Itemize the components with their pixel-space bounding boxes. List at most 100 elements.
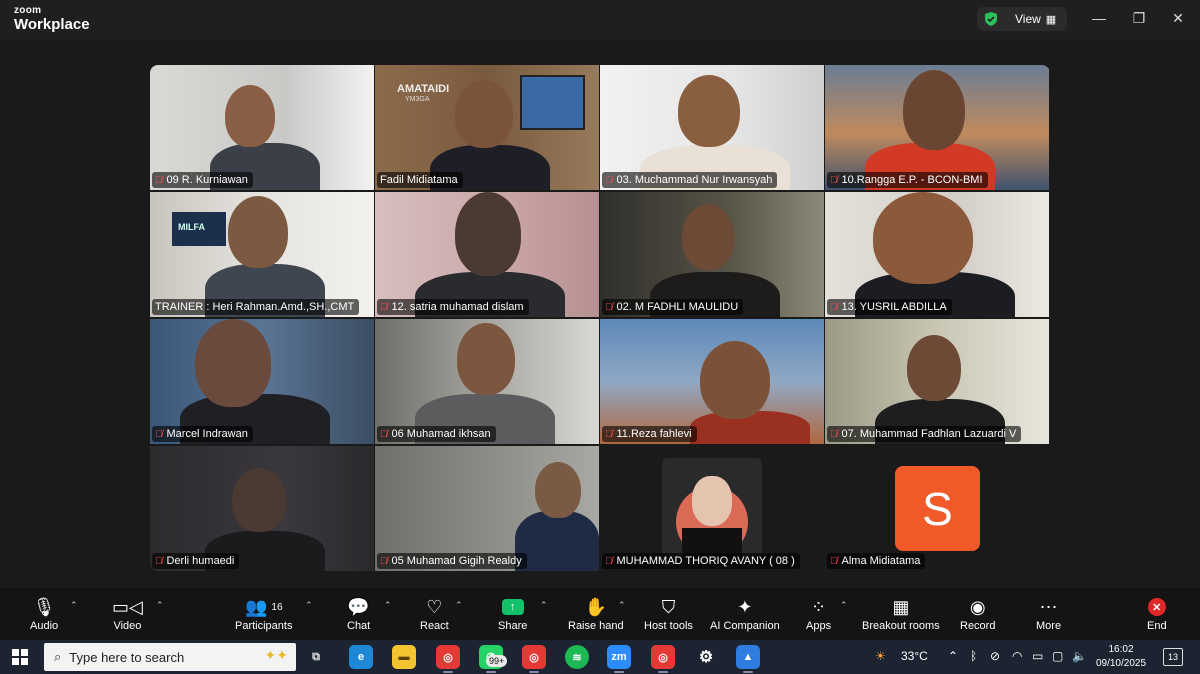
participant-tile[interactable]: 🎙̸ 07. Muhammad Fadhlan Lazuardi V — [825, 319, 1049, 444]
participant-name: 🎙̸ 11.Reza fahlevi — [602, 426, 697, 442]
participant-tile[interactable]: 🎙̸ Marcel Indrawan — [150, 319, 374, 444]
bluetooth-icon[interactable]: ᛒ — [970, 649, 977, 663]
photos-app-icon[interactable]: ▲ — [736, 645, 760, 673]
chevron-up-icon[interactable]: ⌃ — [305, 600, 313, 611]
mic-muted-icon: 🎙̸ — [155, 555, 163, 567]
participant-name: 🎙̸ 05 Muhamad Gigih Realdy — [377, 553, 527, 569]
chrome-profile-icon[interactable]: ◎ — [522, 645, 546, 673]
edge-browser-icon[interactable]: e — [349, 645, 373, 669]
brand-top: zoom — [14, 5, 42, 16]
profile-picture — [662, 458, 762, 558]
wifi-icon[interactable]: ◠ — [1012, 649, 1022, 663]
zoom-workplace-logo: zoom Workplace — [14, 6, 90, 34]
mic-muted-icon: 🎙̸ — [830, 428, 838, 440]
view-button[interactable]: View ▦ — [977, 7, 1067, 31]
participant-name: 🎙̸ 09 R. Kurniawan — [152, 172, 253, 188]
grid-view-icon: ▦ — [1045, 13, 1057, 26]
zoom-app-icon[interactable]: zm — [607, 645, 631, 673]
participant-tile[interactable]: 🎙̸ MUHAMMAD THORIQ AVANY ( 08 ) — [600, 446, 824, 571]
participant-tile[interactable]: 🎙̸ Derli humaedi — [150, 446, 374, 571]
participant-tile[interactable]: 🎙̸ 02. M FADHLI MAULIDU — [600, 192, 824, 317]
mic-muted-icon: 🎙̸ — [380, 301, 388, 313]
chevron-up-icon[interactable]: ⌃ — [455, 600, 463, 611]
weather-temperature[interactable]: 33°C — [901, 649, 928, 663]
minimize-icon[interactable]: — — [1088, 8, 1110, 28]
participant-name: 🎙̸ 10.Rangga E.P. - BCON-BMI — [827, 172, 988, 188]
participant-tile[interactable]: 🎙̸ 11.Reza fahlevi — [600, 319, 824, 444]
apps-button[interactable]: ⁘ Apps — [806, 594, 831, 633]
notification-center-icon[interactable]: 13 — [1163, 648, 1183, 666]
chevron-up-icon[interactable]: ⌃ — [540, 600, 548, 611]
raise-hand-button[interactable]: ✋ Raise hand — [568, 594, 624, 633]
participant-name: 🎙̸ 07. Muhammad Fadhlan Lazuardi V — [827, 426, 1022, 442]
sparkle-icon: ✦ — [737, 596, 753, 617]
audio-button[interactable]: 🎙 Audio — [30, 594, 58, 633]
file-explorer-icon[interactable]: ▬ — [392, 645, 416, 669]
spotify-icon[interactable]: ≋ — [565, 645, 589, 669]
mute-notify-icon[interactable]: ⊘ — [990, 649, 1000, 663]
wall-logo-text: MILFA — [178, 222, 205, 232]
record-button[interactable]: ◉ Record — [960, 594, 995, 633]
participant-name: Fadil Midiatama — [377, 172, 463, 188]
participant-tile[interactable]: 🎙̸ 09 R. Kurniawan — [150, 65, 374, 190]
volume-icon[interactable]: 🔈 — [1072, 649, 1087, 663]
weather-icon: ☀ — [875, 649, 886, 663]
system-clock[interactable]: 16:02 09/10/2025 — [1094, 643, 1148, 671]
participant-name: 🎙̸ 02. M FADHLI MAULIDU — [602, 299, 744, 315]
restore-icon[interactable]: ❐ — [1128, 8, 1150, 28]
mic-muted-icon: 🎙̸ — [830, 174, 838, 186]
participant-tile[interactable]: 🎙̸ 12. satria muhamad dislam — [375, 192, 599, 317]
chevron-up-icon[interactable]: ⌃ — [618, 600, 626, 611]
mic-muted-icon: 🎙̸ — [380, 428, 388, 440]
host-tools-button[interactable]: ⛉ Host tools — [644, 594, 693, 633]
shield-icon: ⛉ — [661, 596, 676, 617]
apps-icon: ⁘ — [810, 596, 827, 617]
title-bar: zoom Workplace View ▦ — ❐ ✕ — [0, 0, 1200, 40]
participant-tile[interactable]: 🎙̸ 03. Muchammad Nur Irwansyah — [600, 65, 824, 190]
end-button[interactable]: ✕ End — [1147, 594, 1167, 632]
chevron-up-icon[interactable]: ⌃ — [70, 600, 78, 611]
video-button[interactable]: ▭◁ Video — [112, 594, 143, 633]
green-shield-icon — [985, 12, 997, 26]
chat-button[interactable]: 💬 Chat — [347, 594, 370, 633]
participant-tile[interactable]: 🎙̸ 13. YUSRIL ABDILLA — [825, 192, 1049, 317]
ai-companion-button[interactable]: ✦ AI Companion — [710, 594, 780, 633]
tv-screen — [520, 75, 585, 130]
participant-name: TRAINER : Heri Rahman.Amd.,SH.,CMT — [152, 299, 360, 315]
participant-tile[interactable]: 🎙̸ 10.Rangga E.P. - BCON-BMI — [825, 65, 1049, 190]
heart-icon: ♡ — [426, 596, 443, 617]
settings-gear-icon[interactable]: ⚙ — [694, 645, 718, 669]
participant-name: 🎙̸ 12. satria muhamad dislam — [377, 299, 529, 315]
chrome-icon[interactable]: ◎ — [436, 645, 460, 673]
close-icon[interactable]: ✕ — [1167, 8, 1189, 28]
chevron-up-icon[interactable]: ⌃ — [948, 649, 958, 663]
chevron-up-icon[interactable]: ⌃ — [156, 600, 164, 611]
participants-button[interactable]: 👥 16 Participants — [235, 594, 292, 633]
share-button[interactable]: ↑ Share — [498, 594, 527, 632]
task-view-icon[interactable]: ⧉ — [304, 645, 328, 669]
meeting-toolbar: 🎙 Audio ⌃ ▭◁ Video ⌃ 👥 16 Participants ⌃ … — [0, 588, 1200, 640]
chevron-up-icon[interactable]: ⌃ — [384, 600, 392, 611]
mic-muted-icon: 🎙̸ — [605, 555, 613, 567]
participant-name: 🎙̸ Alma Midiatama — [827, 553, 926, 569]
sparkle-icon: ✦✦ — [264, 647, 288, 663]
participant-name: 🎙̸ Derli humaedi — [152, 553, 240, 569]
mic-muted-icon: 🎙̸ — [605, 428, 613, 440]
battery-icon[interactable]: ▭ — [1032, 649, 1043, 663]
chevron-up-icon[interactable]: ⌃ — [840, 600, 848, 611]
participant-tile-active-speaker[interactable]: AMATAIDI YM3GA Fadil Midiatama — [375, 65, 599, 190]
participant-tile[interactable]: 🎙̸ 06 Muhamad ikhsan — [375, 319, 599, 444]
windows-start-icon[interactable] — [12, 649, 28, 665]
more-button[interactable]: ⋯ More — [1036, 594, 1061, 633]
windows-taskbar: ⌕ Type here to search ✦✦ ⧉ e ▬ ◎ ✆ 99+ ◎… — [0, 640, 1200, 674]
taskbar-search-input[interactable]: ⌕ Type here to search ✦✦ — [44, 643, 296, 671]
participant-tile[interactable]: 🎙̸ 05 Muhamad Gigih Realdy — [375, 446, 599, 571]
breakout-rooms-button[interactable]: ▦ Breakout rooms — [862, 594, 940, 633]
participant-tile[interactable]: S 🎙̸ Alma Midiatama — [825, 446, 1049, 571]
react-button[interactable]: ♡ React — [420, 594, 449, 633]
end-call-icon: ✕ — [1147, 598, 1166, 616]
chrome-window-icon[interactable]: ◎ — [651, 645, 675, 673]
video-camera-icon: ▭◁ — [112, 596, 143, 617]
display-icon[interactable]: ▢ — [1052, 649, 1063, 663]
participant-tile[interactable]: MILFA TRAINER : Heri Rahman.Amd.,SH.,CMT — [150, 192, 374, 317]
